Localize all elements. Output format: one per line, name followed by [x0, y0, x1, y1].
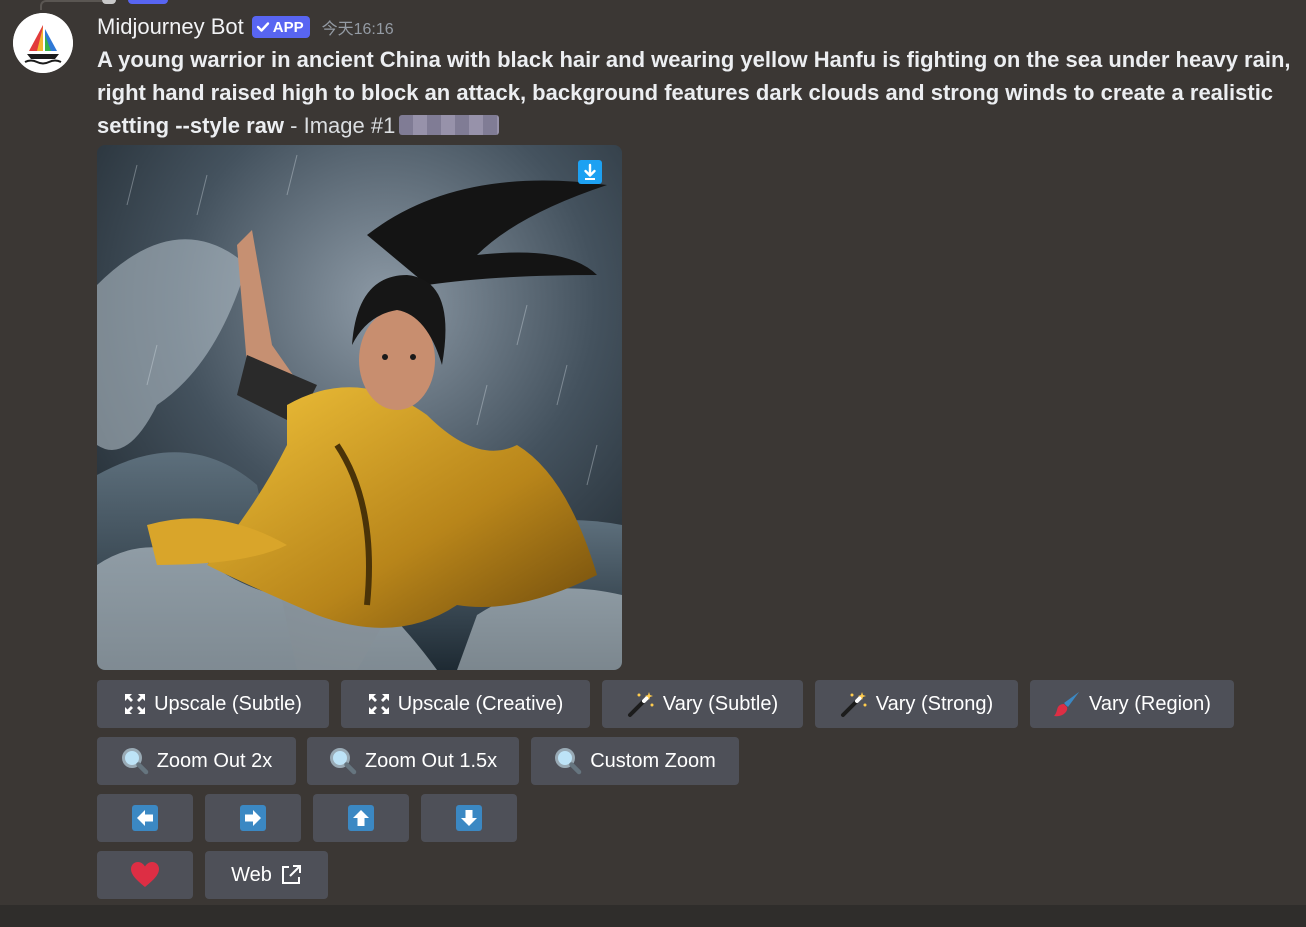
magic-wand-icon [627, 692, 654, 717]
pan-down-button[interactable] [421, 794, 517, 842]
app-badge-label: APP [272, 18, 304, 36]
vary-region-label: Vary (Region) [1089, 692, 1211, 715]
message-input-area [0, 905, 1306, 927]
pan-up-button[interactable] [313, 794, 409, 842]
image-index: - Image #1 [284, 113, 396, 138]
generated-image[interactable] [97, 145, 622, 670]
arrow-down-icon [456, 805, 482, 831]
custom-zoom-button[interactable]: Custom Zoom [531, 737, 739, 785]
arrow-right-icon [240, 805, 266, 831]
pan-left-button[interactable] [97, 794, 193, 842]
vary-region-button[interactable]: Vary (Region) [1030, 680, 1234, 728]
midjourney-logo-icon [13, 13, 73, 73]
expand-arrows-icon [368, 694, 389, 714]
upscale-creative-button[interactable]: Upscale (Creative) [341, 680, 590, 728]
prompt-text: A young warrior in ancient China with bl… [97, 47, 1291, 138]
custom-zoom-label: Custom Zoom [590, 749, 716, 772]
magnifier-icon [555, 748, 582, 775]
upscale-subtle-label: Upscale (Subtle) [154, 692, 302, 715]
magnifier-icon [121, 748, 148, 775]
redacted-mention [399, 115, 500, 135]
message-header: Midjourney Bot APP 今天16:16 [97, 12, 394, 42]
favorite-button[interactable] [97, 851, 193, 899]
message-content: A young warrior in ancient China with bl… [97, 43, 1302, 142]
expand-arrows-icon [125, 694, 146, 714]
download-icon[interactable] [578, 160, 602, 184]
magnifier-icon [329, 748, 357, 775]
username[interactable]: Midjourney Bot [97, 14, 244, 40]
vary-subtle-button[interactable]: Vary (Subtle) [602, 680, 803, 728]
web-button[interactable]: Web [205, 851, 328, 899]
vary-strong-label: Vary (Strong) [875, 692, 994, 715]
vary-strong-button[interactable]: Vary (Strong) [815, 680, 1018, 728]
warrior-image [97, 145, 622, 670]
vary-subtle-label: Vary (Subtle) [662, 692, 779, 715]
timestamp[interactable]: 今天16:16 [322, 15, 394, 39]
reply-avatar[interactable] [102, 0, 116, 4]
heart-icon [131, 862, 159, 887]
zoom-out-2x-button[interactable]: Zoom Out 2x [97, 737, 296, 785]
reply-connector [40, 0, 102, 10]
arrow-left-icon [132, 805, 158, 831]
verified-check-icon [256, 22, 269, 32]
pan-right-button[interactable] [205, 794, 301, 842]
reply-preview[interactable] [128, 0, 168, 4]
zoom-out-2x-label: Zoom Out 2x [156, 749, 273, 772]
paintbrush-icon [1054, 692, 1080, 717]
discord-message: Midjourney Bot APP 今天16:16 A young warri… [0, 0, 1306, 927]
web-label: Web [231, 863, 272, 886]
arrow-up-icon [348, 805, 374, 831]
external-link-icon [281, 865, 301, 884]
upscale-subtle-button[interactable]: Upscale (Subtle) [97, 680, 329, 728]
zoom-out-1-5x-label: Zoom Out 1.5x [364, 749, 498, 772]
zoom-out-1-5x-button[interactable]: Zoom Out 1.5x [307, 737, 519, 785]
magic-wand-icon [840, 692, 867, 717]
app-badge: APP [251, 16, 310, 38]
upscale-creative-label: Upscale (Creative) [397, 692, 564, 715]
avatar[interactable] [13, 13, 73, 73]
